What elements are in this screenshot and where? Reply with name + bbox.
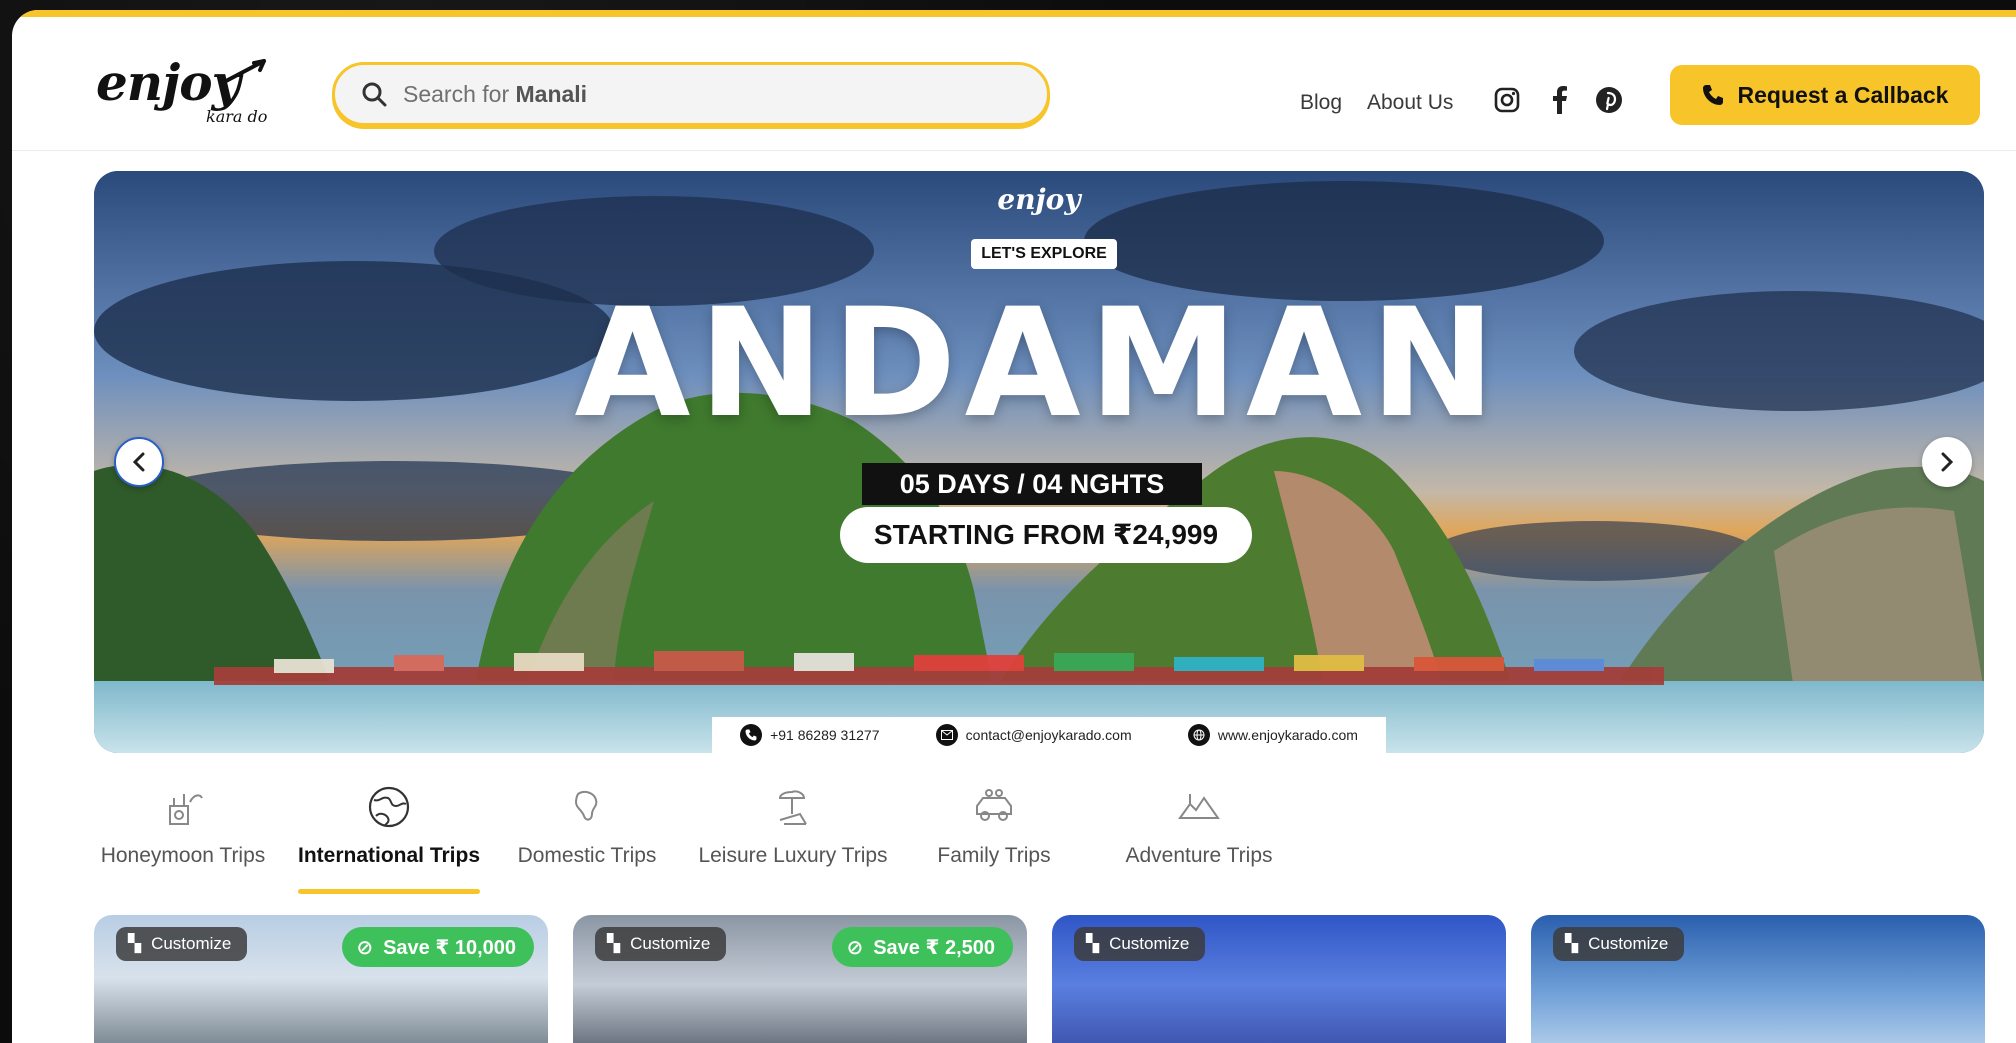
search-placeholder: Search for Manali	[403, 80, 588, 107]
customize-badge[interactable]: ▚ Customize	[595, 927, 727, 961]
site-logo[interactable]: enjoy kara do	[96, 53, 306, 133]
hero-price: STARTING FROM ₹24,999	[840, 507, 1252, 563]
browser-window: enjoy kara do Search for Manali Blog Abo…	[12, 10, 2016, 1043]
hero-duration: 05 DAYS / 04 NGHTS	[862, 463, 1202, 505]
beach-chair-icon	[778, 790, 807, 825]
trip-cards-row: ▚ Customize ⊘ Save ₹ 10,000 ▚ Customize ⊘ Sa…	[94, 915, 1985, 1043]
hero-contact-bar: +91 86289 31277 contact@enjoykarado.com …	[712, 717, 1386, 753]
grid-icon: ▚	[1086, 934, 1100, 953]
plane-icon	[224, 59, 266, 83]
tab-honeymoon-trips[interactable]: Honeymoon Trips	[94, 780, 272, 894]
hero-phone: +91 86289 31277	[740, 724, 879, 746]
search-bar[interactable]: Search for Manali	[332, 62, 1050, 126]
carousel-next-button[interactable]	[1922, 437, 1972, 487]
search-icon	[362, 82, 387, 107]
grid-icon: ▚	[607, 934, 621, 953]
globe-icon	[368, 786, 410, 828]
carousel-prev-button[interactable]	[114, 437, 164, 487]
hero-title: ANDAMAN	[574, 277, 1504, 451]
chevron-left-icon	[132, 452, 145, 472]
trip-card[interactable]: ▚ Customize ⊘ Save ₹ 2,500	[573, 915, 1027, 1043]
hero-email: contact@enjoykarado.com	[935, 724, 1132, 746]
logo-sub-text: kara do	[206, 107, 268, 126]
adventure-icon	[1178, 794, 1220, 819]
customize-badge[interactable]: ▚ Customize	[1553, 927, 1685, 961]
phone-icon	[1702, 85, 1723, 105]
callback-label: Request a Callback	[1737, 81, 1949, 108]
nav-about-link[interactable]: About Us	[1367, 91, 1453, 115]
tab-international-trips[interactable]: International Trips	[298, 780, 480, 894]
top-accent-bar	[12, 10, 2016, 17]
phone-icon	[740, 724, 763, 746]
hero-website: www.enjoykarado.com	[1187, 724, 1358, 746]
grid-icon: ▚	[1565, 934, 1579, 953]
mail-icon	[935, 724, 958, 746]
nav-blog-link[interactable]: Blog	[1300, 91, 1342, 115]
customize-badge[interactable]: ▚ Customize	[116, 927, 248, 961]
chevron-right-icon	[1941, 452, 1954, 472]
pinterest-icon[interactable]	[1594, 85, 1624, 115]
site-header: enjoy kara do Search for Manali Blog Abo…	[12, 17, 2016, 151]
honeymoon-icon	[169, 794, 203, 825]
discount-icon: ⊘	[846, 936, 864, 959]
tab-domestic-trips[interactable]: Domestic Trips	[514, 780, 660, 894]
hero-brand-logo: enjoy	[997, 183, 1081, 216]
logo-main-text: enjoy	[96, 53, 241, 112]
hero-carousel[interactable]: enjoy LET'S EXPLORE ANDAMAN 05 DAYS / 04…	[94, 171, 1984, 753]
instagram-icon[interactable]	[1492, 85, 1522, 115]
family-car-icon	[976, 789, 1012, 821]
trip-card[interactable]: ▚ Customize	[1052, 915, 1506, 1043]
grid-icon: ▚	[128, 934, 142, 953]
facebook-icon[interactable]	[1544, 85, 1574, 115]
domestic-icon	[574, 791, 598, 821]
globe-icon	[1187, 724, 1210, 746]
tab-family-trips[interactable]: Family Trips	[932, 780, 1056, 894]
save-badge: ⊘ Save ₹ 10,000	[342, 927, 534, 967]
trip-card[interactable]: ▚ Customize	[1531, 915, 1985, 1043]
hero-subtitle: LET'S EXPLORE	[971, 239, 1117, 269]
discount-icon: ⊘	[356, 936, 374, 959]
trip-card[interactable]: ▚ Customize ⊘ Save ₹ 10,000	[94, 915, 548, 1043]
tab-leisure-luxury-trips[interactable]: Leisure Luxury Trips	[698, 780, 888, 894]
request-callback-button[interactable]: Request a Callback	[1670, 65, 1980, 125]
tab-adventure-trips[interactable]: Adventure Trips	[1124, 780, 1274, 894]
active-tab-underline	[298, 889, 480, 894]
save-badge: ⊘ Save ₹ 2,500	[832, 927, 1013, 967]
customize-badge[interactable]: ▚ Customize	[1074, 927, 1206, 961]
